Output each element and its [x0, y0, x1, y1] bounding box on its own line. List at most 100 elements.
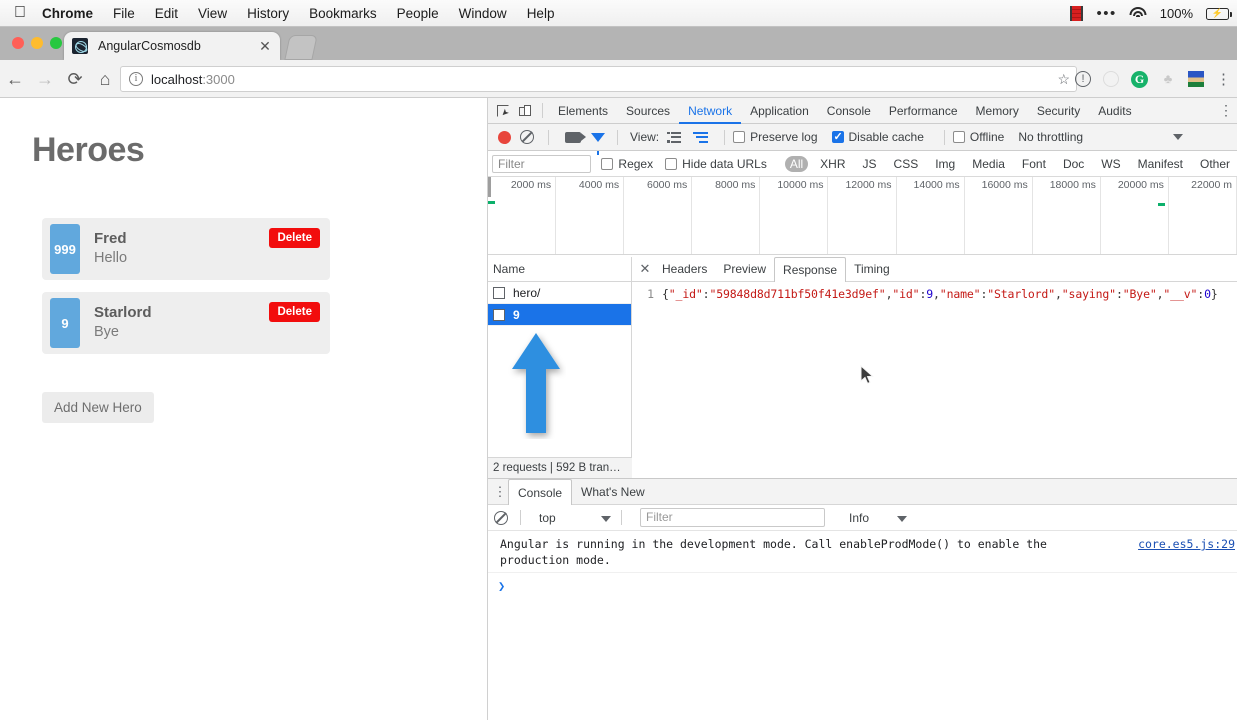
minimize-window-button[interactable] — [31, 37, 43, 49]
console-prompt-caret[interactable]: ❯ — [488, 573, 1237, 593]
reload-icon[interactable]: ⟳ — [60, 70, 90, 88]
delete-button[interactable]: Delete — [269, 228, 320, 248]
checkbox-box — [601, 157, 614, 170]
drawer-more-icon[interactable]: ⋮ — [492, 485, 508, 498]
close-window-button[interactable] — [12, 37, 24, 49]
menu-view[interactable]: View — [198, 6, 227, 21]
clear-console-icon[interactable] — [494, 510, 508, 525]
waterfall-view-icon[interactable] — [693, 131, 709, 143]
tab-console[interactable]: Console — [818, 98, 880, 124]
request-column-header[interactable]: Name — [488, 257, 631, 282]
chrome-toolbar: ← → ⟳ ⌂ i localhost:3000 ☆ ! G ♣ ⋮ — [0, 60, 1237, 98]
request-name: hero/ — [513, 285, 541, 300]
divider — [542, 103, 543, 118]
offline-checkbox[interactable]: Offline — [952, 130, 1004, 144]
filter-font[interactable]: Font — [1017, 156, 1051, 172]
back-arrow-icon[interactable]: ← — [0, 70, 30, 88]
preserve-log-checkbox[interactable]: Preserve log — [733, 130, 818, 144]
tab-headers[interactable]: Headers — [654, 258, 715, 281]
browser-tab[interactable]: AngularCosmosdb ✕ — [64, 32, 280, 60]
camera-icon[interactable] — [565, 131, 586, 143]
device-toolbar-icon[interactable] — [514, 100, 536, 122]
maximize-window-button[interactable] — [50, 37, 62, 49]
inspect-element-icon[interactable] — [492, 100, 514, 122]
menu-help[interactable]: Help — [527, 6, 555, 21]
home-icon[interactable]: ⌂ — [90, 70, 120, 88]
list-item[interactable]: 9 Starlord Bye Delete — [42, 292, 330, 354]
forward-arrow-icon[interactable]: → — [30, 70, 60, 88]
star-icon[interactable]: ☆ — [1057, 71, 1070, 88]
disable-cache-checkbox[interactable]: Disable cache — [831, 130, 924, 144]
console-context-selector[interactable]: top — [535, 508, 615, 527]
close-icon[interactable]: ✕ — [258, 38, 272, 55]
console-message[interactable]: Angular is running in the development mo… — [488, 531, 1237, 574]
faded-circle-icon[interactable] — [1103, 71, 1119, 87]
chrome-menu-icon[interactable]: ⋮ — [1216, 70, 1231, 88]
filter-manifest[interactable]: Manifest — [1133, 156, 1188, 172]
network-timeline-overview[interactable]: 2000 ms 4000 ms 6000 ms 8000 ms 10000 ms… — [488, 177, 1237, 255]
list-item[interactable]: 999 Fred Hello Delete — [42, 218, 330, 280]
filter-other[interactable]: Other — [1195, 156, 1235, 172]
console-message-source[interactable]: core.es5.js:29 — [1138, 537, 1235, 553]
filter-media[interactable]: Media — [967, 156, 1010, 172]
tab-timing[interactable]: Timing — [846, 258, 898, 281]
tab-audits[interactable]: Audits — [1089, 98, 1140, 124]
tab-sources[interactable]: Sources — [617, 98, 679, 124]
menu-edit[interactable]: Edit — [155, 6, 178, 21]
menu-history[interactable]: History — [247, 6, 289, 21]
table-row[interactable]: hero/ — [488, 282, 631, 304]
chevron-down-icon[interactable] — [1173, 134, 1184, 140]
filter-css[interactable]: CSS — [889, 156, 924, 172]
tab-whats-new[interactable]: What's New — [572, 480, 654, 504]
menu-overflow-icon[interactable]: ••• — [1096, 6, 1116, 21]
apple-icon[interactable]:  — [14, 5, 26, 21]
hide-data-urls-checkbox[interactable]: Hide data URLs — [665, 157, 767, 171]
add-new-hero-button[interactable]: Add New Hero — [42, 392, 154, 423]
page-info-icon[interactable]: i — [129, 72, 143, 86]
grammarly-icon[interactable]: G — [1131, 70, 1148, 88]
close-icon[interactable]: ✕ — [636, 261, 654, 277]
console-level-selector[interactable]: Info — [849, 511, 908, 525]
table-row[interactable]: 9 — [488, 304, 631, 326]
tree-icon[interactable]: ♣ — [1160, 72, 1176, 86]
list-view-icon[interactable] — [667, 131, 682, 143]
menu-people[interactable]: People — [397, 6, 439, 21]
console-filter-input[interactable]: Filter — [640, 508, 825, 527]
profile-avatar-icon[interactable] — [1188, 71, 1204, 87]
response-json[interactable]: {"_id":"59848d8d711bf50f41e3d9ef","id":9… — [662, 287, 1218, 301]
filter-input[interactable]: Filter — [492, 154, 592, 173]
new-tab-icon[interactable] — [284, 35, 318, 60]
regex-checkbox[interactable]: Regex — [601, 157, 653, 171]
wifi-icon[interactable] — [1129, 7, 1147, 20]
filter-doc[interactable]: Doc — [1058, 156, 1089, 172]
devtools-more-icon[interactable]: ⋮ — [1219, 102, 1233, 119]
filter-funnel-icon[interactable] — [591, 132, 605, 155]
filter-js[interactable]: JS — [858, 156, 882, 172]
tab-response[interactable]: Response — [774, 256, 847, 282]
delete-button[interactable]: Delete — [269, 302, 320, 322]
throttling-value[interactable]: No throttling — [1018, 130, 1083, 144]
menu-window[interactable]: Window — [459, 6, 507, 21]
timeline-request-marker — [1158, 203, 1165, 206]
menu-file[interactable]: File — [113, 6, 135, 21]
tab-console[interactable]: Console — [508, 478, 573, 505]
tab-performance[interactable]: Performance — [880, 98, 967, 124]
exclamation-circle-icon[interactable]: ! — [1075, 71, 1091, 87]
tab-network[interactable]: Network — [679, 98, 741, 124]
filter-all[interactable]: All — [784, 155, 809, 172]
tab-security[interactable]: Security — [1028, 98, 1089, 124]
menu-chrome[interactable]: Chrome — [42, 6, 93, 21]
tab-memory[interactable]: Memory — [967, 98, 1028, 124]
filter-img[interactable]: Img — [930, 156, 960, 172]
filter-ws[interactable]: WS — [1096, 156, 1125, 172]
clear-icon[interactable] — [520, 130, 534, 144]
filter-xhr[interactable]: XHR — [815, 156, 850, 172]
record-button-icon[interactable] — [498, 130, 511, 144]
tab-preview[interactable]: Preview — [715, 258, 774, 281]
tab-application[interactable]: Application — [741, 98, 818, 124]
screen-recording-icon[interactable] — [1070, 6, 1084, 21]
address-bar[interactable]: i localhost:3000 ☆ — [120, 66, 1077, 92]
menu-bookmarks[interactable]: Bookmarks — [309, 6, 377, 21]
tab-elements[interactable]: Elements — [549, 98, 617, 124]
battery-charging-icon[interactable]: ⚡ — [1206, 7, 1232, 20]
